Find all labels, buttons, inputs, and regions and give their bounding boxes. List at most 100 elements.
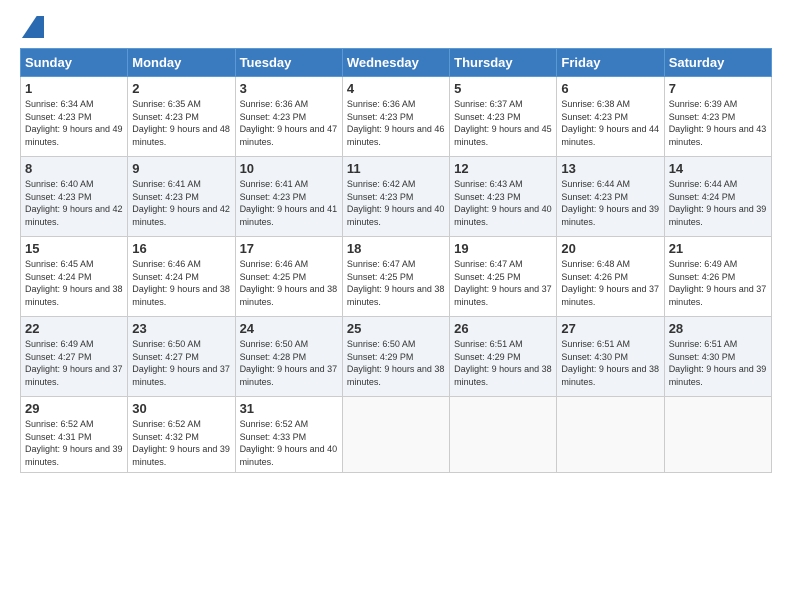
day-info: Sunrise: 6:50 AMSunset: 4:29 PMDaylight:… bbox=[347, 339, 445, 387]
day-number: 30 bbox=[132, 401, 230, 416]
day-number: 27 bbox=[561, 321, 659, 336]
day-info: Sunrise: 6:38 AMSunset: 4:23 PMDaylight:… bbox=[561, 99, 659, 147]
col-monday: Monday bbox=[128, 49, 235, 77]
day-number: 22 bbox=[25, 321, 123, 336]
day-info: Sunrise: 6:46 AMSunset: 4:24 PMDaylight:… bbox=[132, 259, 230, 307]
day-number: 10 bbox=[240, 161, 338, 176]
day-info: Sunrise: 6:51 AMSunset: 4:29 PMDaylight:… bbox=[454, 339, 552, 387]
day-number: 28 bbox=[669, 321, 767, 336]
day-info: Sunrise: 6:44 AMSunset: 4:24 PMDaylight:… bbox=[669, 179, 767, 227]
header bbox=[20, 16, 772, 38]
calendar-table: Sunday Monday Tuesday Wednesday Thursday… bbox=[20, 48, 772, 473]
col-saturday: Saturday bbox=[664, 49, 771, 77]
day-info: Sunrise: 6:40 AMSunset: 4:23 PMDaylight:… bbox=[25, 179, 123, 227]
day-number: 2 bbox=[132, 81, 230, 96]
day-number: 4 bbox=[347, 81, 445, 96]
day-number: 25 bbox=[347, 321, 445, 336]
day-info: Sunrise: 6:47 AMSunset: 4:25 PMDaylight:… bbox=[347, 259, 445, 307]
table-row: 15 Sunrise: 6:45 AMSunset: 4:24 PMDaylig… bbox=[21, 237, 128, 317]
day-number: 23 bbox=[132, 321, 230, 336]
table-row bbox=[664, 397, 771, 473]
table-row: 14 Sunrise: 6:44 AMSunset: 4:24 PMDaylig… bbox=[664, 157, 771, 237]
col-tuesday: Tuesday bbox=[235, 49, 342, 77]
table-row: 11 Sunrise: 6:42 AMSunset: 4:23 PMDaylig… bbox=[342, 157, 449, 237]
day-info: Sunrise: 6:41 AMSunset: 4:23 PMDaylight:… bbox=[132, 179, 230, 227]
day-info: Sunrise: 6:51 AMSunset: 4:30 PMDaylight:… bbox=[669, 339, 767, 387]
day-number: 19 bbox=[454, 241, 552, 256]
day-number: 17 bbox=[240, 241, 338, 256]
logo-icon bbox=[22, 16, 44, 38]
table-row: 21 Sunrise: 6:49 AMSunset: 4:26 PMDaylig… bbox=[664, 237, 771, 317]
day-info: Sunrise: 6:35 AMSunset: 4:23 PMDaylight:… bbox=[132, 99, 230, 147]
table-row: 4 Sunrise: 6:36 AMSunset: 4:23 PMDayligh… bbox=[342, 77, 449, 157]
table-row: 28 Sunrise: 6:51 AMSunset: 4:30 PMDaylig… bbox=[664, 317, 771, 397]
day-info: Sunrise: 6:51 AMSunset: 4:30 PMDaylight:… bbox=[561, 339, 659, 387]
day-info: Sunrise: 6:46 AMSunset: 4:25 PMDaylight:… bbox=[240, 259, 338, 307]
page-container: Sunday Monday Tuesday Wednesday Thursday… bbox=[0, 0, 792, 483]
table-row: 5 Sunrise: 6:37 AMSunset: 4:23 PMDayligh… bbox=[450, 77, 557, 157]
table-row: 7 Sunrise: 6:39 AMSunset: 4:23 PMDayligh… bbox=[664, 77, 771, 157]
day-number: 15 bbox=[25, 241, 123, 256]
day-number: 11 bbox=[347, 161, 445, 176]
day-number: 8 bbox=[25, 161, 123, 176]
day-number: 3 bbox=[240, 81, 338, 96]
day-number: 7 bbox=[669, 81, 767, 96]
col-friday: Friday bbox=[557, 49, 664, 77]
day-number: 20 bbox=[561, 241, 659, 256]
col-thursday: Thursday bbox=[450, 49, 557, 77]
table-row: 29 Sunrise: 6:52 AMSunset: 4:31 PMDaylig… bbox=[21, 397, 128, 473]
table-row: 23 Sunrise: 6:50 AMSunset: 4:27 PMDaylig… bbox=[128, 317, 235, 397]
table-row: 17 Sunrise: 6:46 AMSunset: 4:25 PMDaylig… bbox=[235, 237, 342, 317]
table-row: 26 Sunrise: 6:51 AMSunset: 4:29 PMDaylig… bbox=[450, 317, 557, 397]
day-info: Sunrise: 6:37 AMSunset: 4:23 PMDaylight:… bbox=[454, 99, 552, 147]
table-row: 27 Sunrise: 6:51 AMSunset: 4:30 PMDaylig… bbox=[557, 317, 664, 397]
col-wednesday: Wednesday bbox=[342, 49, 449, 77]
table-row: 3 Sunrise: 6:36 AMSunset: 4:23 PMDayligh… bbox=[235, 77, 342, 157]
day-number: 14 bbox=[669, 161, 767, 176]
table-row: 10 Sunrise: 6:41 AMSunset: 4:23 PMDaylig… bbox=[235, 157, 342, 237]
day-info: Sunrise: 6:44 AMSunset: 4:23 PMDaylight:… bbox=[561, 179, 659, 227]
day-info: Sunrise: 6:48 AMSunset: 4:26 PMDaylight:… bbox=[561, 259, 659, 307]
table-row: 13 Sunrise: 6:44 AMSunset: 4:23 PMDaylig… bbox=[557, 157, 664, 237]
table-row bbox=[342, 397, 449, 473]
day-info: Sunrise: 6:52 AMSunset: 4:33 PMDaylight:… bbox=[240, 419, 338, 467]
table-row: 24 Sunrise: 6:50 AMSunset: 4:28 PMDaylig… bbox=[235, 317, 342, 397]
day-info: Sunrise: 6:49 AMSunset: 4:26 PMDaylight:… bbox=[669, 259, 767, 307]
col-sunday: Sunday bbox=[21, 49, 128, 77]
table-row: 20 Sunrise: 6:48 AMSunset: 4:26 PMDaylig… bbox=[557, 237, 664, 317]
day-number: 12 bbox=[454, 161, 552, 176]
calendar-body: 1 Sunrise: 6:34 AMSunset: 4:23 PMDayligh… bbox=[21, 77, 772, 473]
day-info: Sunrise: 6:43 AMSunset: 4:23 PMDaylight:… bbox=[454, 179, 552, 227]
day-info: Sunrise: 6:36 AMSunset: 4:23 PMDaylight:… bbox=[240, 99, 338, 147]
day-number: 31 bbox=[240, 401, 338, 416]
header-row: Sunday Monday Tuesday Wednesday Thursday… bbox=[21, 49, 772, 77]
day-info: Sunrise: 6:50 AMSunset: 4:28 PMDaylight:… bbox=[240, 339, 338, 387]
day-number: 16 bbox=[132, 241, 230, 256]
table-row: 1 Sunrise: 6:34 AMSunset: 4:23 PMDayligh… bbox=[21, 77, 128, 157]
day-number: 21 bbox=[669, 241, 767, 256]
day-number: 29 bbox=[25, 401, 123, 416]
table-row: 22 Sunrise: 6:49 AMSunset: 4:27 PMDaylig… bbox=[21, 317, 128, 397]
day-number: 18 bbox=[347, 241, 445, 256]
table-row bbox=[450, 397, 557, 473]
table-row: 8 Sunrise: 6:40 AMSunset: 4:23 PMDayligh… bbox=[21, 157, 128, 237]
table-row: 16 Sunrise: 6:46 AMSunset: 4:24 PMDaylig… bbox=[128, 237, 235, 317]
day-info: Sunrise: 6:45 AMSunset: 4:24 PMDaylight:… bbox=[25, 259, 123, 307]
day-info: Sunrise: 6:49 AMSunset: 4:27 PMDaylight:… bbox=[25, 339, 123, 387]
day-number: 26 bbox=[454, 321, 552, 336]
day-number: 9 bbox=[132, 161, 230, 176]
day-info: Sunrise: 6:36 AMSunset: 4:23 PMDaylight:… bbox=[347, 99, 445, 147]
day-info: Sunrise: 6:41 AMSunset: 4:23 PMDaylight:… bbox=[240, 179, 338, 227]
day-info: Sunrise: 6:39 AMSunset: 4:23 PMDaylight:… bbox=[669, 99, 767, 147]
logo bbox=[20, 16, 44, 38]
day-number: 5 bbox=[454, 81, 552, 96]
table-row bbox=[557, 397, 664, 473]
day-info: Sunrise: 6:52 AMSunset: 4:31 PMDaylight:… bbox=[25, 419, 123, 467]
table-row: 25 Sunrise: 6:50 AMSunset: 4:29 PMDaylig… bbox=[342, 317, 449, 397]
day-info: Sunrise: 6:42 AMSunset: 4:23 PMDaylight:… bbox=[347, 179, 445, 227]
table-row: 30 Sunrise: 6:52 AMSunset: 4:32 PMDaylig… bbox=[128, 397, 235, 473]
day-info: Sunrise: 6:52 AMSunset: 4:32 PMDaylight:… bbox=[132, 419, 230, 467]
day-number: 6 bbox=[561, 81, 659, 96]
table-row: 6 Sunrise: 6:38 AMSunset: 4:23 PMDayligh… bbox=[557, 77, 664, 157]
day-number: 1 bbox=[25, 81, 123, 96]
